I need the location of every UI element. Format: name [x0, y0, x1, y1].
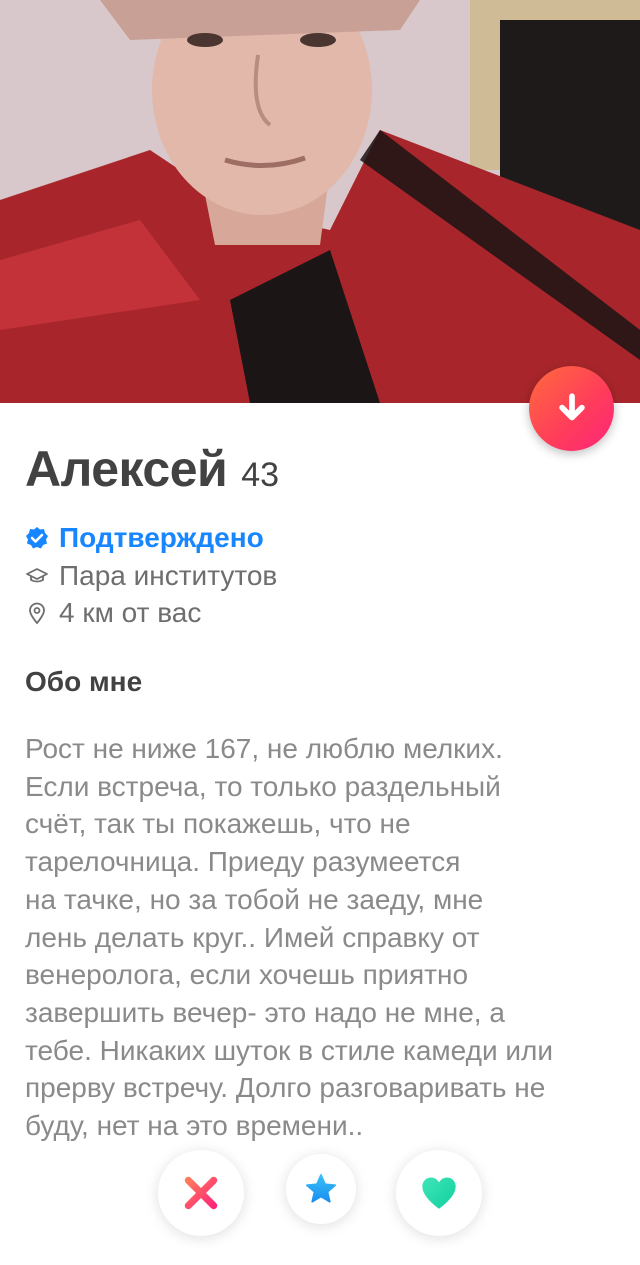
nope-button[interactable]: [158, 1150, 244, 1236]
location-pin-icon: [25, 601, 49, 625]
like-button[interactable]: [396, 1150, 482, 1236]
distance-label: 4 км от вас: [59, 597, 202, 628]
school-label: Пара институтов: [59, 560, 278, 591]
arrow-down-icon: [558, 392, 585, 420]
collapse-profile-button[interactable]: [529, 366, 614, 451]
profile-name: Алексей: [25, 441, 228, 497]
verified-label: Подтверждено: [59, 522, 264, 553]
about-title: Обо мне: [25, 666, 143, 697]
name-age-row: Алексей 43: [25, 440, 279, 500]
about-bio: Рост не ниже 167, не люблю мелких. Если …: [25, 733, 553, 1142]
profile-photo[interactable]: [0, 0, 640, 403]
heart-icon: [422, 1177, 456, 1209]
verified-badge: Подтверждено: [25, 522, 264, 554]
school-info: Пара институтов: [25, 560, 277, 592]
graduation-cap-icon: [25, 564, 49, 588]
x-icon: [184, 1176, 218, 1210]
profile-age: 43: [241, 456, 280, 494]
distance-info: 4 км от вас: [25, 597, 201, 629]
super-like-button[interactable]: [286, 1154, 356, 1224]
star-icon: [305, 1173, 337, 1203]
verified-check-icon: [25, 526, 49, 550]
profile-photo-illustration: [0, 0, 640, 403]
